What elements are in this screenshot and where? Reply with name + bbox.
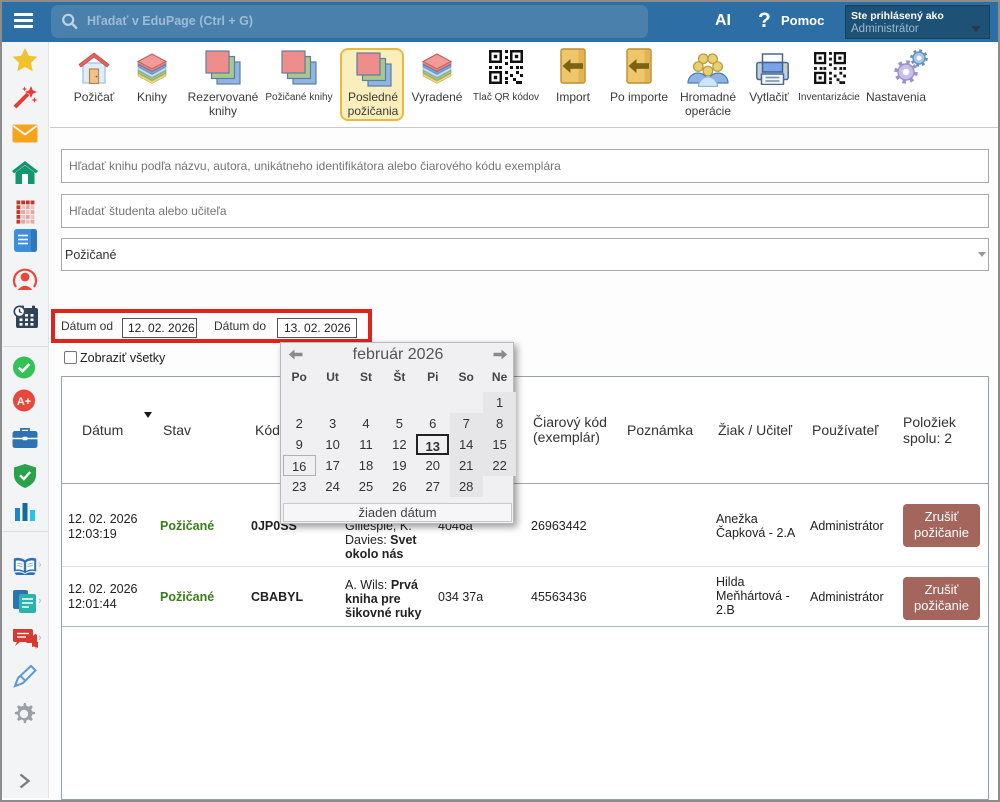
svg-text:+: + [34, 644, 38, 650]
svg-text:A+: A+ [17, 396, 31, 408]
